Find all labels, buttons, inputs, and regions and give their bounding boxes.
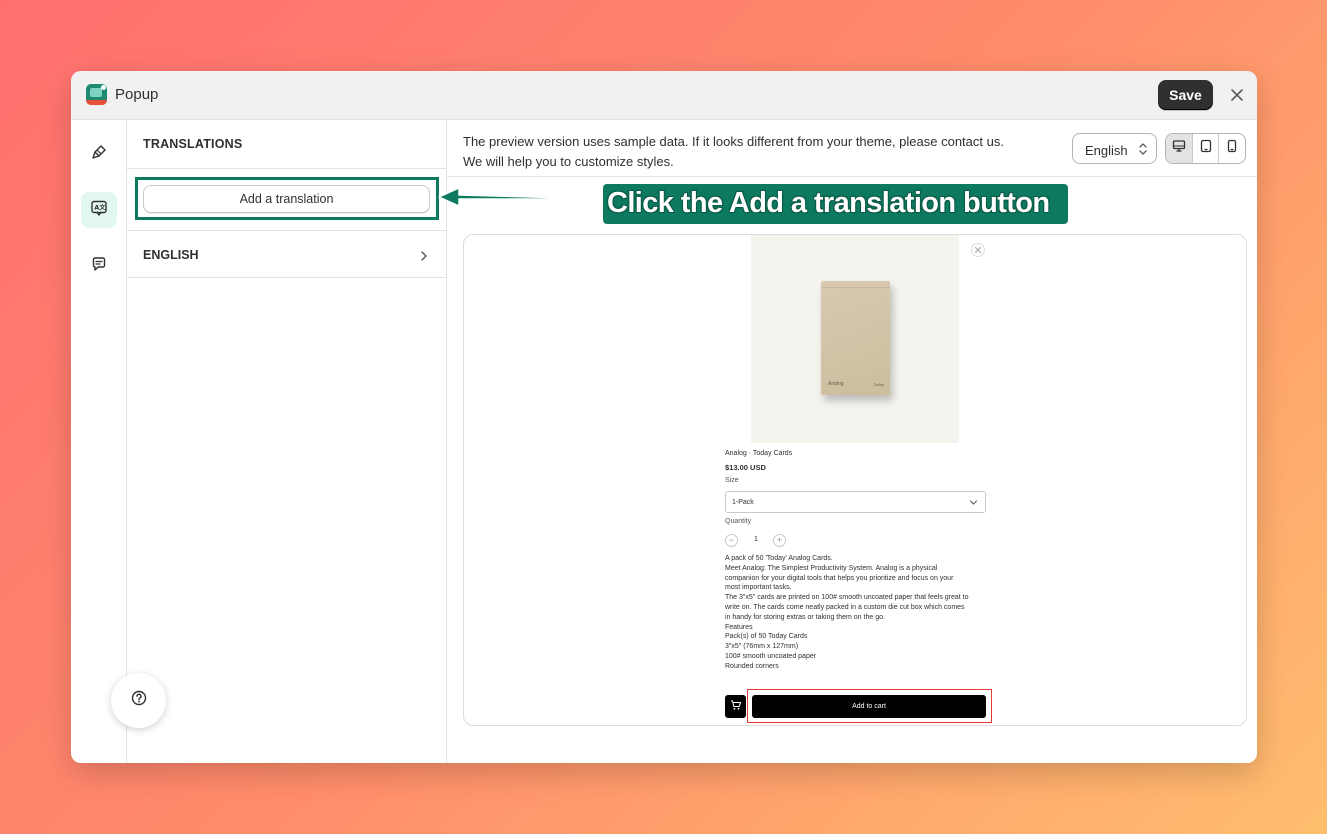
chevron-down-icon [969,498,978,507]
app-logo [86,84,107,105]
brush-icon [91,144,107,165]
callout-text: Click the Add a translation button [607,187,1050,219]
chevron-right-icon [417,249,431,263]
description-line: most important tasks. [725,584,792,592]
plus-icon[interactable]: + [773,534,786,547]
description-line: Pack(s) of 50 Today Cards [725,633,808,641]
quantity-label: Quantity [725,518,752,525]
size-select[interactable]: 1-Pack [725,491,986,513]
cart-icon [730,698,742,716]
close-icon[interactable] [1228,86,1246,104]
annotation-red-box [747,689,992,723]
description-line: The 3"x5" cards are printed on 100# smoo… [725,594,969,602]
notice-line: The preview version uses sample data. If… [463,134,1004,149]
description-line: write on. The cards come neatly packed i… [725,603,965,611]
box-brand-label: Analog [828,381,844,387]
locale-select[interactable]: English [1072,133,1157,164]
language-label: ENGLISH [143,248,199,262]
question-circle-icon [131,690,147,711]
tutorial-highlight-box [135,177,439,220]
description-line: A pack of 50 'Today' Analog Cards. [725,555,833,562]
preview-close-button[interactable] [971,243,985,257]
box-tag-label: Today [873,382,884,387]
tablet-icon [1199,139,1213,158]
callout-arrow-icon [438,187,606,207]
app-window: Popup Save A文 TRANSLATIONS Add a transla… [71,71,1257,763]
translate-icon: A文 [90,199,108,222]
description-line: Rounded corners [725,662,779,670]
divider [127,230,446,231]
rail-item-design[interactable] [81,136,117,172]
popup-preview: Analog Today Analog · Today Cards $13.00… [463,234,1247,726]
description-line: Meet Analog: The Simplest Productivity S… [725,564,938,572]
product-image: Analog Today [751,235,959,443]
divider [127,168,446,169]
size-select-value: 1-Pack [732,499,754,506]
product-title: Analog · Today Cards [725,450,793,457]
translations-panel: TRANSLATIONS Add a translation ENGLISH [127,120,447,763]
help-button[interactable] [111,673,166,728]
product-box: Analog Today [821,281,890,395]
desktop-icon [1172,139,1186,158]
rail-item-messages[interactable] [81,248,117,284]
chevron-up-down-icon [1138,142,1148,156]
mobile-icon [1225,139,1239,158]
device-tablet-button[interactable] [1193,134,1220,163]
side-rail: A文 [71,120,127,763]
svg-text:文: 文 [98,203,106,211]
minus-icon[interactable]: − [725,534,738,547]
tutorial-callout: Click the Add a translation button [603,184,1068,224]
language-row-english[interactable]: ENGLISH [143,247,431,267]
size-label: Size [725,477,739,484]
device-desktop-button[interactable] [1166,134,1193,163]
panel-heading: TRANSLATIONS [143,137,243,151]
description-line: Features [725,623,753,631]
divider [447,176,1257,177]
device-mobile-button[interactable] [1219,134,1245,163]
device-toggle [1165,133,1246,164]
quantity-value: 1 [754,536,758,543]
description-line: 100# smooth uncoated paper [725,652,817,660]
preview-notice: The preview version uses sample data. If… [463,132,1063,172]
comment-icon [91,256,107,277]
divider [127,277,446,278]
description-line: in handy for storing extras or taking th… [725,613,885,621]
product-description: A pack of 50 'Today' Analog Cards. Meet … [725,554,990,672]
locale-select-value: English [1085,143,1128,158]
title-bar: Popup Save [71,71,1257,120]
quantity-stepper: − 1 + [725,534,791,548]
save-button[interactable]: Save [1158,80,1213,110]
close-icon [974,241,982,259]
cart-button[interactable] [725,695,746,718]
description-line: 3"x5" (76mm x 127mm) [725,643,799,651]
rail-item-translations[interactable]: A文 [81,192,117,228]
product-price: $13.00 USD [725,463,766,472]
notice-line: We will help you to customize styles. [463,154,674,169]
app-title: Popup [115,86,159,103]
description-line: companion for your digital tools that he… [725,574,954,582]
